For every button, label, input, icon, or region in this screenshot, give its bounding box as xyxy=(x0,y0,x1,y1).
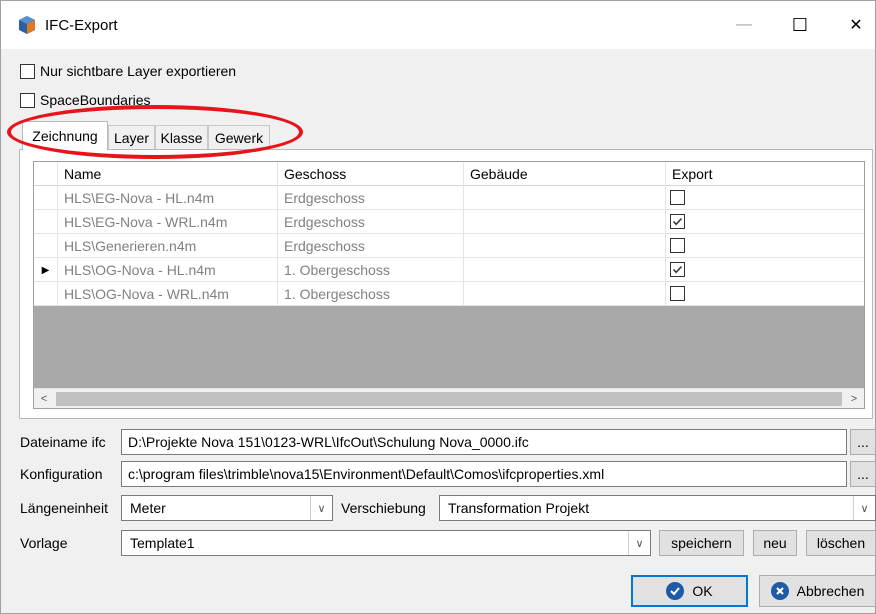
table-row[interactable]: ▶ HLS\OG-Nova - HL.n4m 1. Obergeschoss xyxy=(34,258,864,282)
chevron-down-icon: ∨ xyxy=(853,496,875,520)
config-label: Konfiguration xyxy=(20,466,103,482)
tab-zeichnung-label: Zeichnung xyxy=(32,128,98,144)
space-boundaries-checkbox[interactable] xyxy=(20,93,35,108)
ok-label: OK xyxy=(692,583,713,599)
chevron-down-icon: ∨ xyxy=(310,496,332,520)
window-title: IFC-Export xyxy=(45,17,118,34)
filename-input[interactable]: D:\Projekte Nova 151\0123-WRL\IfcOut\Sch… xyxy=(121,429,847,455)
cell-gebaeude[interactable] xyxy=(464,258,666,282)
cell-geschoss[interactable]: Erdgeschoss xyxy=(278,234,464,258)
template-label: Vorlage xyxy=(20,535,68,551)
drawing-grid[interactable]: Name Geschoss Gebäude Export HLS\EG-Nova… xyxy=(33,161,865,409)
maximize-button[interactable]: ☐ xyxy=(777,1,823,49)
tab-gewerk-label: Gewerk xyxy=(214,129,264,146)
checkmark-icon xyxy=(672,265,683,274)
cell-gebaeude[interactable] xyxy=(464,210,666,234)
unit-value: Meter xyxy=(130,500,166,516)
cell-export xyxy=(666,210,864,234)
ifc-export-dialog: IFC-Export — ☐ ✕ Nur sichtbare Layer exp… xyxy=(0,0,876,614)
cell-gebaeude[interactable] xyxy=(464,282,666,306)
tab-layer-label: Layer xyxy=(113,129,150,146)
row-header[interactable] xyxy=(34,282,58,306)
cell-geschoss[interactable]: Erdgeschoss xyxy=(278,186,464,210)
export-checkbox[interactable] xyxy=(670,262,685,277)
column-header-name[interactable]: Name xyxy=(58,162,278,186)
table-row[interactable]: HLS\EG-Nova - WRL.n4m Erdgeschoss xyxy=(34,210,864,234)
checkmark-icon xyxy=(666,582,685,600)
cell-name[interactable]: HLS\OG-Nova - HL.n4m xyxy=(58,258,278,282)
ok-button[interactable]: OK xyxy=(631,575,748,607)
template-dropdown[interactable]: Template1 ∨ xyxy=(121,530,651,556)
cell-export xyxy=(666,282,864,306)
column-header-export[interactable]: Export xyxy=(666,162,864,186)
export-checkbox[interactable] xyxy=(670,190,685,205)
cell-geschoss[interactable]: 1. Obergeschoss xyxy=(278,258,464,282)
title-bar: IFC-Export — ☐ ✕ xyxy=(1,1,875,49)
cell-gebaeude[interactable] xyxy=(464,234,666,258)
new-template-button[interactable]: neu xyxy=(753,530,797,556)
cell-export xyxy=(666,258,864,282)
row-header[interactable] xyxy=(34,210,58,234)
filename-browse-button[interactable]: ... xyxy=(850,429,876,455)
row-header[interactable] xyxy=(34,186,58,210)
cell-gebaeude[interactable] xyxy=(464,186,666,210)
cell-geschoss[interactable]: Erdgeschoss xyxy=(278,210,464,234)
tab-klasse[interactable]: Klasse xyxy=(155,125,208,149)
visible-layers-checkbox[interactable] xyxy=(20,64,35,79)
table-row[interactable]: HLS\Generieren.n4m Erdgeschoss xyxy=(34,234,864,258)
close-button[interactable]: ✕ xyxy=(833,1,876,49)
config-input[interactable]: c:\program files\trimble\nova15\Environm… xyxy=(121,461,847,487)
tab-layer[interactable]: Layer xyxy=(108,125,155,149)
cancel-label: Abbrechen xyxy=(796,583,865,599)
minimize-icon: — xyxy=(736,16,752,33)
space-boundaries-label: SpaceBoundaries xyxy=(40,92,151,108)
table-row[interactable]: HLS\EG-Nova - HL.n4m Erdgeschoss xyxy=(34,186,864,210)
tab-zeichnung[interactable]: Zeichnung xyxy=(22,121,108,150)
current-row-indicator-icon[interactable]: ▶ xyxy=(34,258,58,282)
shift-value: Transformation Projekt xyxy=(448,500,590,516)
column-header-gebaeude[interactable]: Gebäude xyxy=(464,162,666,186)
config-browse-button[interactable]: ... xyxy=(850,461,876,487)
scroll-left-icon[interactable]: < xyxy=(34,389,54,408)
cell-name[interactable]: HLS\OG-Nova - WRL.n4m xyxy=(58,282,278,306)
unit-dropdown[interactable]: Meter ∨ xyxy=(121,495,333,521)
save-template-button[interactable]: speichern xyxy=(659,530,744,556)
cell-name[interactable]: HLS\Generieren.n4m xyxy=(58,234,278,258)
export-checkbox[interactable] xyxy=(670,286,685,301)
column-header-geschoss[interactable]: Geschoss xyxy=(278,162,464,186)
tab-klasse-label: Klasse xyxy=(160,129,203,146)
table-row[interactable]: HLS\OG-Nova - WRL.n4m 1. Obergeschoss xyxy=(34,282,864,306)
row-header[interactable] xyxy=(34,234,58,258)
minimize-button[interactable]: — xyxy=(721,1,767,49)
cell-name[interactable]: HLS\EG-Nova - HL.n4m xyxy=(58,186,278,210)
close-icon: ✕ xyxy=(849,17,863,34)
filename-label: Dateiname ifc xyxy=(20,434,106,450)
tab-gewerk[interactable]: Gewerk xyxy=(208,125,270,149)
shift-dropdown[interactable]: Transformation Projekt ∨ xyxy=(439,495,876,521)
cell-name[interactable]: HLS\EG-Nova - WRL.n4m xyxy=(58,210,278,234)
export-checkbox[interactable] xyxy=(670,214,685,229)
unit-label: Längeneinheit xyxy=(20,500,108,516)
template-value: Template1 xyxy=(130,535,195,551)
maximize-icon: ☐ xyxy=(791,14,809,35)
checkmark-icon xyxy=(672,217,683,226)
cancel-icon xyxy=(770,582,789,600)
delete-template-button[interactable]: löschen xyxy=(806,530,876,556)
scroll-right-icon[interactable]: > xyxy=(844,389,864,408)
scrollbar-thumb[interactable] xyxy=(56,392,842,406)
cell-geschoss[interactable]: 1. Obergeschoss xyxy=(278,282,464,306)
export-checkbox[interactable] xyxy=(670,238,685,253)
shift-label: Verschiebung xyxy=(341,500,426,516)
app-logo-icon xyxy=(19,16,35,34)
chevron-down-icon: ∨ xyxy=(628,531,650,555)
cell-export xyxy=(666,234,864,258)
cancel-button[interactable]: Abbrechen xyxy=(759,575,876,607)
cell-export xyxy=(666,186,864,210)
grid-header: Name Geschoss Gebäude Export xyxy=(34,162,864,186)
grid-corner xyxy=(34,162,58,186)
horizontal-scrollbar[interactable]: < > xyxy=(34,388,864,408)
visible-layers-label: Nur sichtbare Layer exportieren xyxy=(40,63,237,79)
